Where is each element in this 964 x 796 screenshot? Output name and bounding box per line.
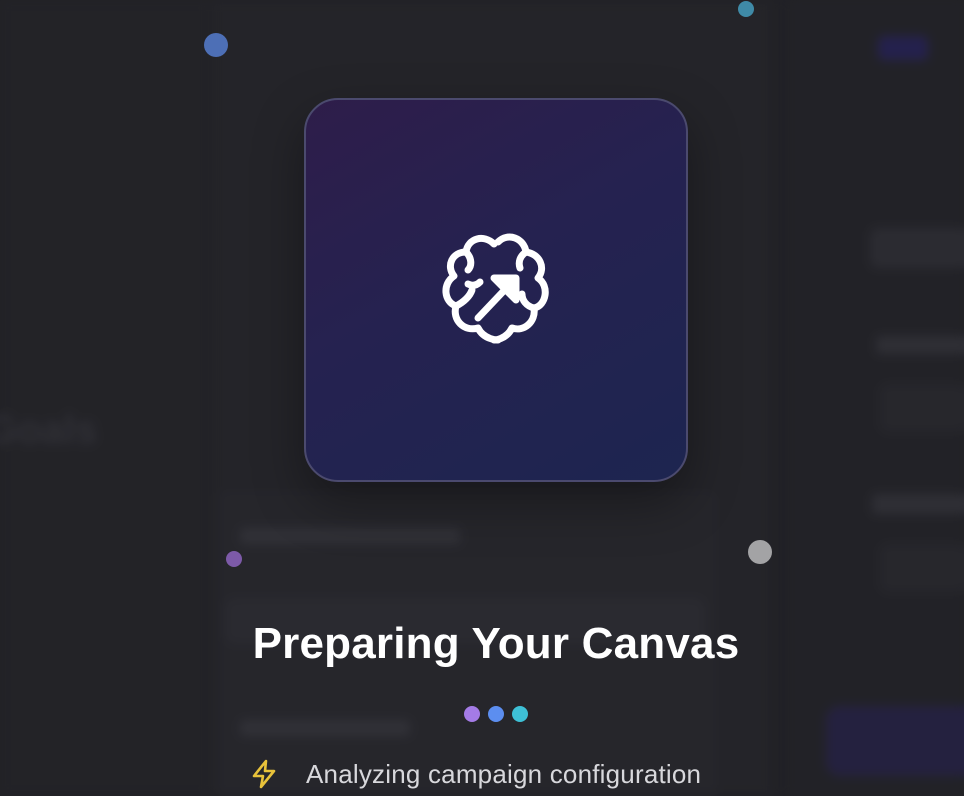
progress-dot [488, 706, 504, 722]
lightning-bolt-icon [252, 759, 276, 789]
floating-particle [748, 540, 772, 564]
progress-dot [464, 706, 480, 722]
floating-particle [738, 1, 754, 17]
logo-card [304, 98, 688, 482]
floating-particle [226, 551, 242, 567]
progress-dots [464, 706, 532, 722]
progress-dot [512, 706, 528, 722]
floating-particle [204, 33, 228, 57]
loading-title: Preparing Your Canvas [252, 619, 740, 668]
brain-arrow-icon [442, 233, 549, 344]
loading-status: Analyzing campaign configuration [248, 756, 701, 792]
loading-status-text: Analyzing campaign configuration [306, 758, 702, 789]
